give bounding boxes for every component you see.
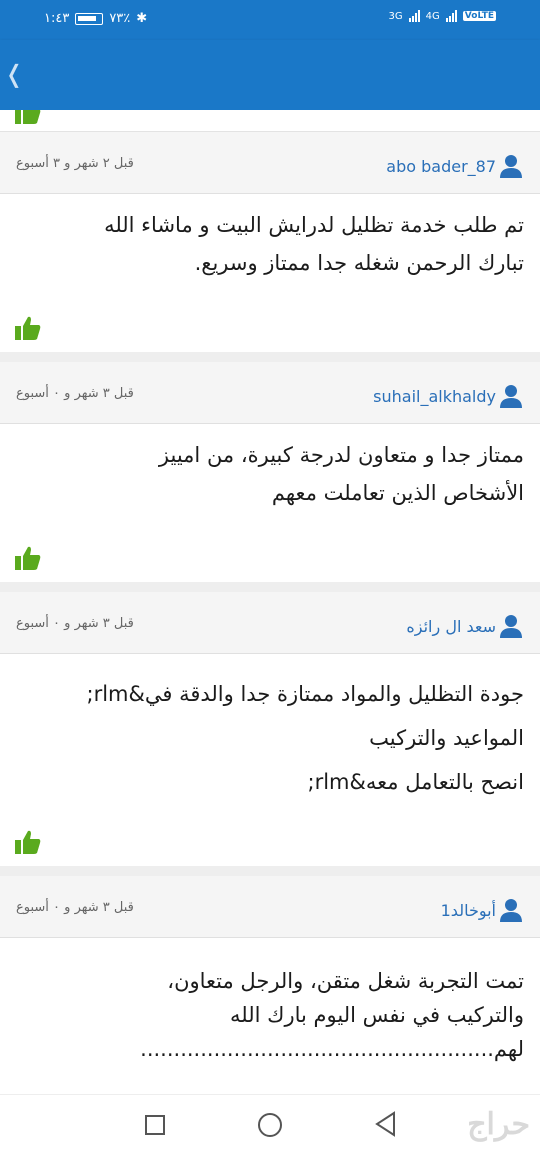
review-text: تمت التجربة شغل متقن، والرجل متعاون، وال… (0, 938, 540, 1094)
like-row (0, 312, 540, 352)
status-left: ١:٤٣ ٧٣٪ ✱ (44, 11, 147, 26)
review-line: المواعيد والتركيب (369, 726, 524, 750)
user-icon (500, 615, 522, 638)
review-user[interactable]: abo bader_87 (386, 154, 522, 178)
bluetooth-icon: ✱ (136, 11, 148, 26)
username[interactable]: 1أبوخالد (441, 901, 496, 920)
review-header: سعد ال رائزه قبل ٣ شهر و ٠ أسبوع (0, 592, 540, 654)
battery-icon (75, 12, 104, 25)
signal-icon (445, 10, 457, 22)
user-icon (500, 155, 522, 178)
network-3g: 3G (388, 10, 403, 22)
app-header: ❬ (0, 40, 540, 110)
recent-apps-button[interactable] (145, 1115, 165, 1135)
review-date: قبل ٢ شهر و ٣ أسبوع (16, 156, 134, 171)
status-right: 3G 4G VoLTE (389, 10, 496, 22)
thumbs-up-icon[interactable] (14, 314, 42, 342)
review-date: قبل ٣ شهر و ٠ أسبوع (16, 900, 134, 915)
review-header: suhail_alkhaldy قبل ٣ شهر و ٠ أسبوع (0, 362, 540, 424)
haraj-watermark: حراج (467, 1107, 532, 1142)
review-card: suhail_alkhaldy قبل ٣ شهر و ٠ أسبوع ممتا… (0, 362, 540, 592)
review-line: الأشخاص الذين تعاملت معهم (271, 481, 524, 505)
review-card: سعد ال رائزه قبل ٣ شهر و ٠ أسبوع جودة ال… (0, 592, 540, 876)
home-button[interactable] (258, 1113, 282, 1137)
review-line: جودة التظليل والمواد ممتازة جدا والدقة ف… (86, 682, 524, 706)
review-card: 1أبوخالد قبل ٣ شهر و ٠ أسبوع تمت التجربة… (0, 876, 540, 1094)
review-text: ممتاز جدا و متعاون لدرجة كبيرة، من امييز… (0, 424, 540, 542)
username[interactable]: سعد ال رائزه (406, 617, 496, 636)
review-user[interactable]: 1أبوخالد (441, 898, 522, 922)
review-date: قبل ٣ شهر و ٠ أسبوع (16, 386, 134, 401)
signal-icon (408, 10, 420, 22)
status-bar: ١:٤٣ ٧٣٪ ✱ 3G 4G VoLTE (0, 0, 540, 40)
review-header: abo bader_87 قبل ٢ شهر و ٣ أسبوع (0, 132, 540, 194)
chevron-left-icon[interactable]: ❬ (4, 60, 24, 88)
thumbs-up-icon[interactable] (14, 544, 42, 572)
reviews-list[interactable]: abo bader_87 قبل ٢ شهر و ٣ أسبوع تم طلب … (0, 110, 540, 1094)
review-line: تم طلب خدمة تظليل لدرايش البيت و ماشاء ا… (104, 213, 524, 237)
thumbs-up-icon[interactable] (14, 110, 42, 126)
user-icon (500, 899, 522, 922)
like-row (0, 542, 540, 582)
review-line: ........................................… (16, 1072, 524, 1094)
clock: ١:٤٣ (44, 11, 70, 26)
username[interactable]: suhail_alkhaldy (373, 387, 496, 406)
partial-review (0, 110, 540, 132)
review-date: قبل ٣ شهر و ٠ أسبوع (16, 616, 134, 631)
thumbs-up-icon[interactable] (14, 828, 42, 856)
review-line: انصح بالتعامل معه&rlm; (307, 770, 525, 794)
battery-percent: ٧٣٪ (109, 11, 131, 26)
review-user[interactable]: suhail_alkhaldy (373, 384, 522, 408)
like-row (0, 826, 540, 866)
system-nav-bar: حراج (0, 1094, 540, 1156)
back-button[interactable] (374, 1111, 396, 1137)
review-line: ممتاز جدا و متعاون لدرجة كبيرة، من امييز (158, 443, 524, 467)
review-line: تبارك الرحمن شغله جدا ممتاز وسريع. (194, 251, 524, 275)
review-text: تم طلب خدمة تظليل لدرايش البيت و ماشاء ا… (0, 194, 540, 312)
username[interactable]: abo bader_87 (386, 157, 496, 176)
review-line: لهم.....................................… (140, 1037, 524, 1061)
review-text: جودة التظليل والمواد ممتازة جدا والدقة ف… (0, 654, 540, 826)
network-4g: 4G (425, 10, 440, 22)
review-user[interactable]: سعد ال رائزه (406, 614, 522, 638)
user-icon (500, 385, 522, 408)
review-card: abo bader_87 قبل ٢ شهر و ٣ أسبوع تم طلب … (0, 132, 540, 362)
volte-badge: VoLTE (462, 11, 496, 21)
review-header: 1أبوخالد قبل ٣ شهر و ٠ أسبوع (0, 876, 540, 938)
